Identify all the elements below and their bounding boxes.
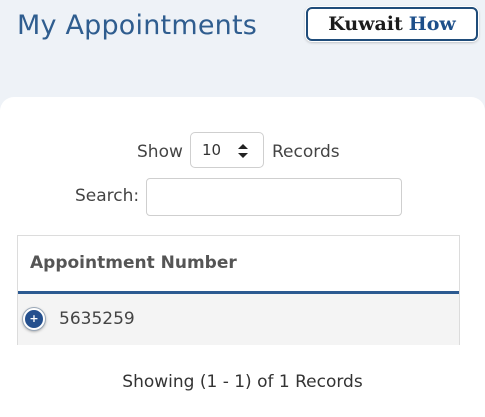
sort-arrows-icon xyxy=(238,144,248,158)
brand-word-2: How xyxy=(408,13,456,35)
brand-logo: Kuwait How xyxy=(306,7,478,41)
search-label: Search: xyxy=(75,186,140,206)
appointment-number-cell: 5635259 xyxy=(59,309,135,329)
page-title: My Appointments xyxy=(17,10,258,41)
appointments-table: Appointment Number + 5635259 xyxy=(17,235,460,345)
show-label: Show xyxy=(137,142,183,162)
page-size-value: 10 xyxy=(202,141,222,159)
records-summary: Showing (1 - 1) of 1 Records xyxy=(122,372,363,392)
records-label: Records xyxy=(272,142,340,162)
page-size-control: Show 10 Records xyxy=(0,132,485,168)
column-header-appointment-number[interactable]: Appointment Number xyxy=(30,253,237,273)
brand-word-1: Kuwait xyxy=(328,13,403,35)
table-row[interactable]: + 5635259 xyxy=(18,294,459,345)
search-input[interactable] xyxy=(146,178,402,216)
expand-row-icon[interactable]: + xyxy=(23,308,45,330)
page-size-select[interactable]: 10 xyxy=(190,132,264,168)
table-header: Appointment Number xyxy=(18,236,459,294)
